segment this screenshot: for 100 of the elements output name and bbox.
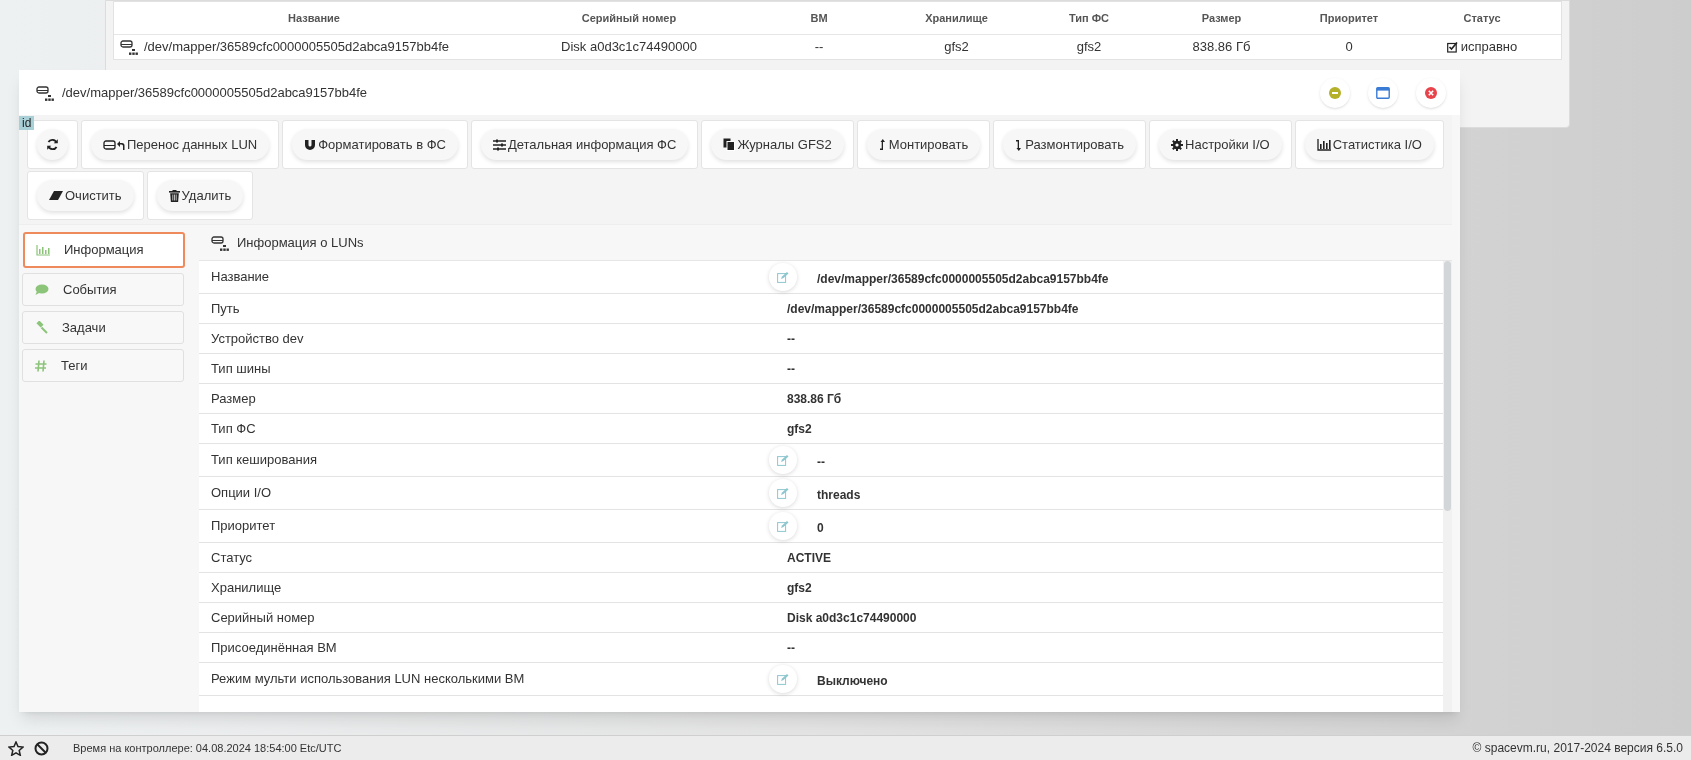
disk-network-icon — [36, 84, 54, 101]
property-label: Путь — [210, 299, 241, 318]
property-value: 838.86 Гб — [787, 390, 842, 408]
disk-network-icon — [120, 39, 138, 55]
speech-bubble-icon — [35, 284, 49, 295]
edit-button[interactable] — [769, 512, 797, 540]
gear-icon — [1171, 138, 1183, 151]
bar-chart-icon — [1316, 138, 1331, 151]
toolbar-button[interactable]: Удалить — [156, 180, 244, 211]
table-cell-text: исправно — [1460, 38, 1518, 57]
trash-icon — [168, 189, 180, 202]
property-value: Выключено — [817, 673, 888, 690]
property-value: threads — [817, 487, 861, 504]
disk-network-icon — [211, 234, 229, 251]
property-label: Серийный номер — [210, 608, 316, 627]
property-value: Disk a0d3c1c74490000 — [787, 609, 917, 627]
property-label: Тип кеширования — [210, 451, 318, 470]
toolbar-button[interactable]: Перенос данных LUN — [91, 129, 270, 160]
property-value: ACTIVE — [787, 549, 831, 567]
property-value: -- — [787, 639, 795, 657]
arrow-up-icon — [878, 138, 887, 151]
table-cell-text: Disk a0d3c1c74490000 — [560, 38, 698, 57]
property-label: Опции I/O — [210, 484, 273, 503]
eraser-icon — [49, 190, 63, 201]
ban-icon[interactable] — [34, 740, 49, 756]
property-value: gfs2 — [787, 420, 812, 438]
minimize-button[interactable] — [1320, 77, 1350, 108]
bar-chart-icon — [36, 244, 50, 256]
maximize-button[interactable] — [1368, 77, 1398, 108]
table-cell-text: -- — [813, 38, 825, 57]
close-icon — [1425, 86, 1437, 99]
minus-circle-icon — [1329, 86, 1341, 99]
toolbar-button[interactable]: Очистить — [37, 180, 134, 211]
toolbar-button[interactable]: Журналы GFS2 — [711, 129, 844, 160]
column-header[interactable]: Приоритет — [1284, 9, 1414, 27]
toolbar-button[interactable]: Размонтировать — [1003, 129, 1136, 160]
property-label: Размер — [210, 389, 257, 408]
window-icon — [1376, 86, 1390, 99]
magnet-icon — [304, 138, 317, 151]
toolbar-button[interactable] — [37, 129, 68, 160]
edit-icon — [777, 673, 789, 685]
refresh-icon — [46, 138, 59, 151]
edit-button[interactable] — [769, 479, 797, 507]
edit-button[interactable] — [769, 263, 797, 291]
edit-button[interactable] — [769, 446, 797, 474]
edit-icon — [777, 454, 789, 466]
star-icon[interactable] — [8, 740, 24, 756]
property-value: -- — [817, 454, 825, 471]
property-label: Устройство dev — [210, 329, 305, 348]
table-cell-text: 838.86 Гб — [1191, 38, 1252, 57]
edit-icon — [777, 271, 789, 283]
hashtag-icon — [35, 359, 47, 372]
arrow-down-icon — [1015, 138, 1024, 151]
sidebar-tab[interactable]: События — [22, 273, 184, 306]
copyright-text: © spacevm.ru, 2017-2024 версия 6.5.0 — [1472, 740, 1683, 757]
column-header[interactable]: Название — [114, 9, 514, 27]
property-value: gfs2 — [787, 579, 812, 597]
edit-button[interactable] — [769, 665, 797, 693]
property-value: -- — [787, 330, 795, 348]
column-header[interactable]: Тип ФС — [1019, 9, 1159, 27]
sidebar-tab[interactable]: Теги — [22, 349, 184, 382]
property-value: /dev/mapper/36589cfc0000005505d2abca9157bb4fe — [817, 271, 1109, 288]
column-header[interactable]: Статус — [1414, 9, 1550, 27]
controller-time: Время на контроллере: 04.08.2024 18:54:00 Etc/UTC — [73, 740, 342, 756]
property-label: Статус — [210, 548, 254, 567]
id-badge: id — [19, 116, 35, 130]
toolbar-button[interactable]: Настройки I/O — [1159, 129, 1282, 160]
property-label: Тип шины — [210, 359, 272, 378]
property-value: 0 — [817, 520, 824, 537]
documents-icon — [723, 138, 736, 151]
gavel-icon — [35, 321, 48, 334]
edit-icon — [777, 520, 789, 532]
property-label: Присоединённая ВМ — [210, 638, 338, 657]
toolbar-button[interactable]: Монтировать — [866, 129, 981, 160]
sliders-icon — [492, 138, 506, 151]
sidebar-tab[interactable]: Информация — [23, 232, 185, 268]
close-button[interactable] — [1416, 77, 1446, 108]
property-label: Тип ФС — [210, 419, 257, 438]
toolbar-button[interactable]: Детальная информация ФС — [480, 129, 689, 160]
toolbar-button[interactable]: Форматировать в ФС — [292, 129, 458, 160]
column-header[interactable]: Размер — [1159, 9, 1284, 27]
scrollbar[interactable] — [1443, 261, 1452, 712]
property-label: Приоритет — [210, 517, 277, 536]
column-header[interactable]: Хранилище — [894, 9, 1019, 27]
table-cell-text: gfs2 — [943, 38, 970, 57]
property-value: /dev/mapper/36589cfc0000005505d2abca9157bb4fe — [787, 300, 1079, 318]
property-label: Режим мульти использования LUN несколькими ВМ — [210, 670, 526, 689]
window-title: /dev/mapper/36589cfc0000005505d2abca9157bb4fe — [62, 83, 368, 102]
property-label: Название — [210, 268, 271, 287]
table-cell-text: gfs2 — [1075, 38, 1103, 57]
table-cell-text: 0 — [1344, 38, 1354, 57]
disk-return-icon — [103, 138, 125, 151]
property-label: Хранилище — [210, 578, 283, 597]
property-value: -- — [787, 360, 795, 378]
sidebar-tab[interactable]: Задачи — [22, 311, 184, 344]
table-cell-text: /dev/mapper/36589cfc0000005505d2abca9157bb4fe — [144, 38, 450, 57]
column-header[interactable]: Серийный номер — [514, 9, 744, 27]
panel-title: Информация о LUNs — [237, 233, 364, 252]
toolbar-button[interactable]: Статистика I/O — [1304, 129, 1434, 160]
column-header[interactable]: ВМ — [744, 9, 894, 27]
